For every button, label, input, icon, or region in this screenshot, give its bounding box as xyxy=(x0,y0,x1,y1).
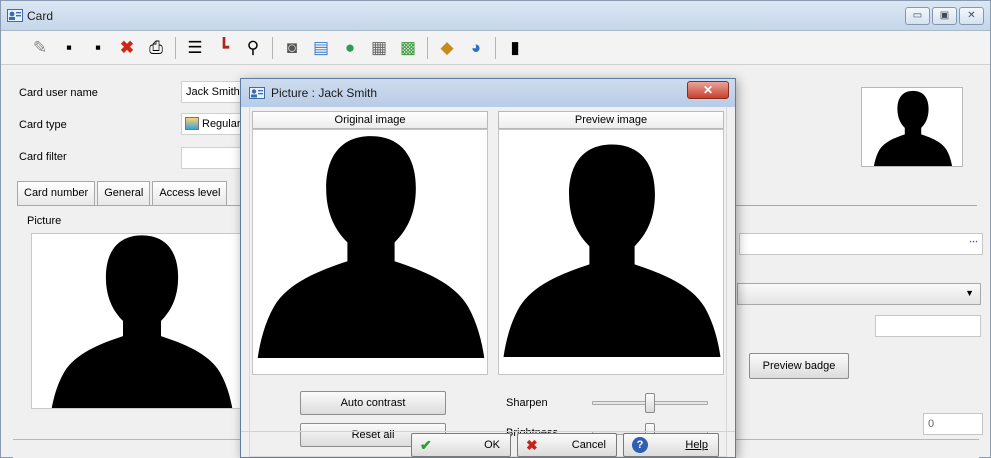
card-app-icon xyxy=(7,9,23,22)
cancel-button[interactable]: ✖ Cancel xyxy=(517,433,617,457)
card-filter-label: Card filter xyxy=(19,151,67,163)
delete-icon[interactable]: ✖ xyxy=(114,35,140,61)
maximize-button[interactable]: ▣ xyxy=(932,7,957,25)
person-silhouette-image xyxy=(50,235,234,408)
close-window-button[interactable]: ✕ xyxy=(959,7,984,25)
cancel-label: Cancel xyxy=(571,439,606,451)
dialog-body: Original image Preview image Auto contra… xyxy=(249,107,727,457)
preview-image-header: Preview image xyxy=(498,111,724,129)
ok-label: OK xyxy=(484,439,500,451)
access-icon[interactable]: ◆ xyxy=(434,35,460,61)
link-icon[interactable]: ┗ xyxy=(211,35,237,61)
thumbnail-silhouette-image xyxy=(873,90,953,166)
badge-icon[interactable]: ◙ xyxy=(279,35,305,61)
search-icon[interactable]: ⚲ xyxy=(240,35,266,61)
chart-icon[interactable]: ▩ xyxy=(395,35,421,61)
print-icon[interactable]: ⎙ xyxy=(143,35,169,61)
minimize-button[interactable]: ▭ xyxy=(905,7,930,25)
status-icon[interactable]: ● xyxy=(337,35,363,61)
dropdown-select[interactable]: ▼ xyxy=(737,283,981,305)
tab-general[interactable]: General xyxy=(97,181,151,205)
original-image-header: Original image xyxy=(252,111,488,129)
card-print-icon[interactable]: ▤ xyxy=(308,35,334,61)
right-text-field[interactable]: ⋯ xyxy=(739,233,983,255)
small-text-field[interactable] xyxy=(875,315,981,337)
card-type-icon xyxy=(185,117,199,130)
auto-contrast-button[interactable]: Auto contrast xyxy=(300,391,446,415)
save-as-icon[interactable]: ▪ xyxy=(85,35,111,61)
toolbar: ✎ ▪ ▪ ✖ ⎙ ☰ ┗ ⚲ ◙ ▤ ● ▦ ▩ ◆ ◕ ▮ xyxy=(1,31,990,65)
original-silhouette-image xyxy=(257,136,485,358)
dialog-title-bar: Picture : Jack Smith ✕ xyxy=(241,79,735,107)
cancel-x-icon: ✖ xyxy=(526,437,538,453)
sharpen-slider-thumb[interactable] xyxy=(645,393,655,413)
save-icon[interactable]: ▪ xyxy=(56,35,82,61)
new-icon[interactable]: ✎ xyxy=(27,35,53,61)
picture-label: Picture xyxy=(27,215,62,227)
chevron-down-icon: ▼ xyxy=(965,288,974,298)
help-button[interactable]: ? Help xyxy=(623,433,719,457)
tab-bar: Card number General Access level xyxy=(17,181,229,205)
list-icon[interactable]: ☰ xyxy=(182,35,208,61)
door-icon[interactable]: ▮ xyxy=(502,35,528,61)
window-title: Card xyxy=(27,9,54,23)
card-type-label: Card type xyxy=(19,119,67,131)
help-label: Help xyxy=(685,439,708,451)
number-field[interactable]: 0 xyxy=(923,413,983,435)
preview-silhouette-image xyxy=(503,144,721,357)
card-type-value: Regular xyxy=(202,118,241,130)
picture-dialog-icon xyxy=(249,87,265,99)
grid-icon[interactable]: ▦ xyxy=(366,35,392,61)
original-image-pane xyxy=(252,129,488,375)
checkmark-icon: ✔ xyxy=(420,437,432,453)
picture-frame[interactable] xyxy=(31,233,251,409)
card-user-name-label: Card user name xyxy=(19,87,98,99)
ellipsis-icon[interactable]: ⋯ xyxy=(969,236,978,247)
ok-button[interactable]: ✔ OK xyxy=(411,433,511,457)
dialog-title: Picture : Jack Smith xyxy=(271,86,378,100)
dialog-close-button[interactable]: ✕ xyxy=(687,81,729,99)
tab-access-level[interactable]: Access level xyxy=(152,181,228,205)
tab-card-number[interactable]: Card number xyxy=(17,181,96,205)
sharpen-label: Sharpen xyxy=(506,397,548,409)
globe-icon[interactable]: ◕ xyxy=(463,35,489,61)
preview-badge-button[interactable]: Preview badge xyxy=(749,353,849,379)
help-icon: ? xyxy=(632,437,648,453)
picture-dialog: Picture : Jack Smith ✕ Original image Pr… xyxy=(240,78,736,458)
title-bar: Card ▭ ▣ ✕ xyxy=(1,1,990,31)
thumbnail-photo xyxy=(861,87,963,167)
preview-image-pane xyxy=(498,129,724,375)
